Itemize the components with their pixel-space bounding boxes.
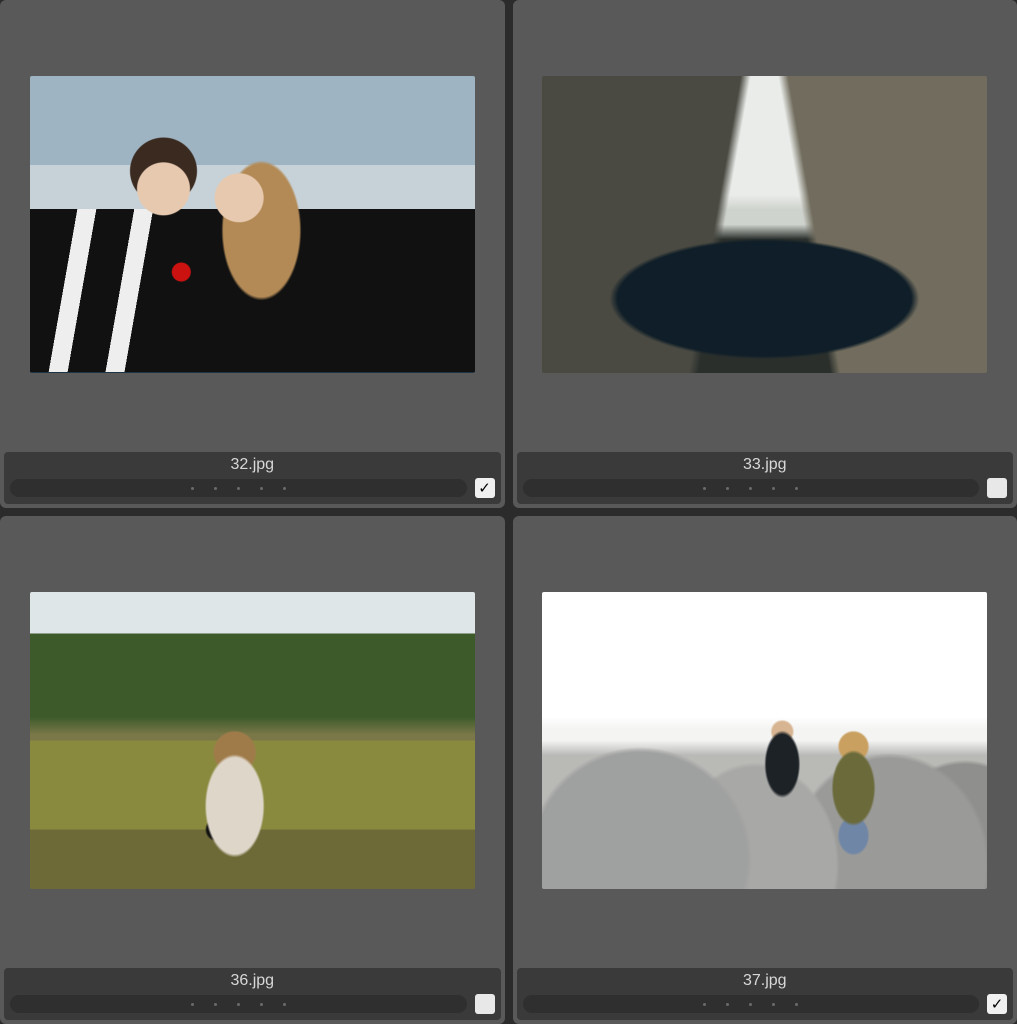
thumbnail-area	[0, 0, 505, 448]
filename-label: 33.jpg	[523, 456, 1008, 474]
rating-dot	[749, 487, 752, 490]
footer-row	[523, 478, 1008, 498]
thumbnail-footer: 36.jpg	[4, 968, 501, 1020]
rating-dot	[795, 1003, 798, 1006]
thumbnail-cell[interactable]: 37.jpg ✓	[513, 516, 1017, 1024]
rating-track[interactable]	[523, 479, 980, 497]
rating-dot	[191, 1003, 194, 1006]
rating-dot	[283, 1003, 286, 1006]
footer-row: ✓	[523, 994, 1008, 1014]
thumbnail-image[interactable]	[542, 76, 987, 373]
thumbnail-image[interactable]	[30, 592, 475, 889]
thumbnail-footer: 33.jpg	[517, 452, 1014, 504]
rating-dot	[749, 1003, 752, 1006]
footer-row: ✓	[10, 478, 495, 498]
thumbnail-area	[0, 516, 505, 964]
footer-row	[10, 994, 495, 1014]
rating-dot	[260, 1003, 263, 1006]
rating-dot	[726, 1003, 729, 1006]
rating-dot	[772, 487, 775, 490]
rating-track[interactable]	[523, 995, 980, 1013]
thumbnail-cell[interactable]: 33.jpg	[513, 0, 1017, 508]
thumbnail-grid: 32.jpg ✓ 33.jpg	[0, 0, 1017, 1024]
thumbnail-footer: 32.jpg ✓	[4, 452, 501, 504]
rating-dot	[703, 487, 706, 490]
filename-label: 32.jpg	[10, 456, 495, 474]
thumbnail-image[interactable]	[30, 76, 475, 373]
rating-dot	[726, 487, 729, 490]
thumbnail-image[interactable]	[542, 592, 987, 889]
rating-dot	[191, 487, 194, 490]
rating-dot	[772, 1003, 775, 1006]
thumbnail-footer: 37.jpg ✓	[517, 968, 1014, 1020]
rating-dot	[260, 487, 263, 490]
thumbnail-area	[513, 516, 1017, 964]
rating-dot	[283, 487, 286, 490]
rating-dot	[237, 487, 240, 490]
rating-dot	[214, 1003, 217, 1006]
rating-track[interactable]	[10, 995, 467, 1013]
thumbnail-cell[interactable]: 36.jpg	[0, 516, 505, 1024]
rating-dot	[214, 487, 217, 490]
pick-checkbox[interactable]	[987, 478, 1007, 498]
rating-dot	[703, 1003, 706, 1006]
pick-checkbox[interactable]: ✓	[987, 994, 1007, 1014]
filename-label: 36.jpg	[10, 972, 495, 990]
rating-dot	[237, 1003, 240, 1006]
pick-checkbox[interactable]: ✓	[475, 478, 495, 498]
rating-dot	[795, 487, 798, 490]
thumbnail-cell[interactable]: 32.jpg ✓	[0, 0, 505, 508]
thumbnail-area	[513, 0, 1017, 448]
filename-label: 37.jpg	[523, 972, 1008, 990]
pick-checkbox[interactable]	[475, 994, 495, 1014]
rating-track[interactable]	[10, 479, 467, 497]
